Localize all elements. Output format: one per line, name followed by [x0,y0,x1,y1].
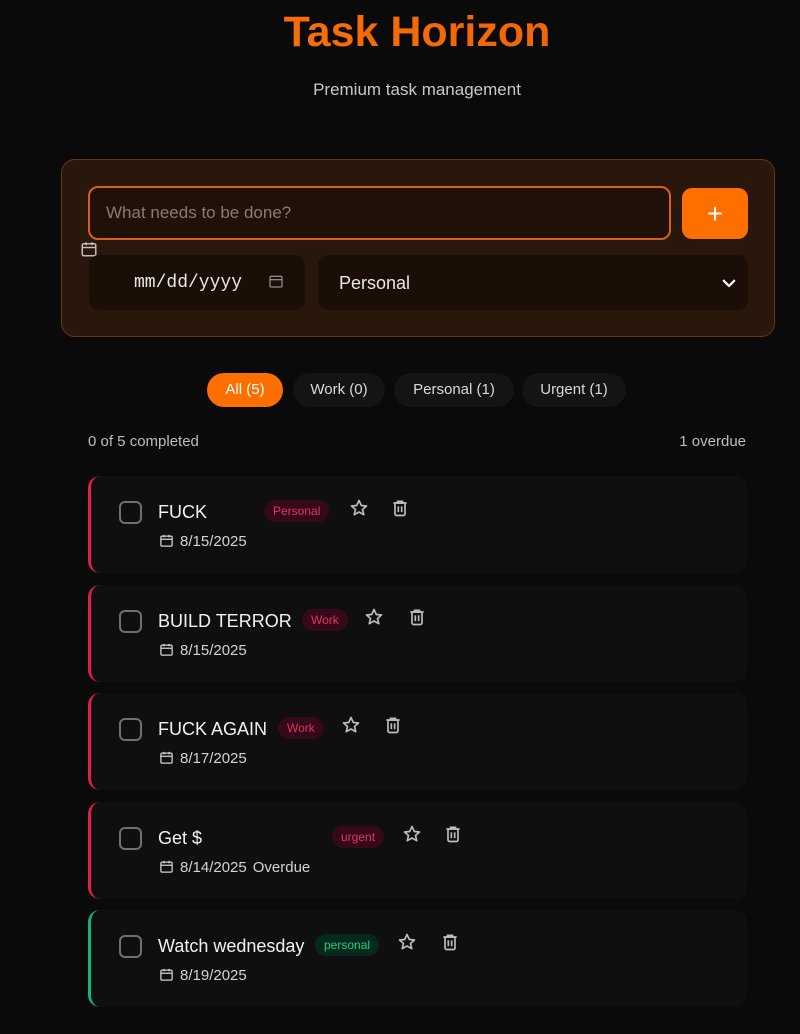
add-task-button[interactable]: + [682,188,748,239]
trash-icon[interactable] [390,498,410,518]
task-card: Get $ urgent 8/14/2025 Overdue [88,802,747,899]
task-date-text: 8/19/2025 [180,967,247,984]
filter-personal[interactable]: Personal (1) [394,373,514,407]
task-card: BUILD TERROR Work 8/15/2025 [88,585,747,682]
task-checkbox[interactable] [119,827,142,850]
task-due-date: 8/19/2025 [159,967,247,985]
task-due-date: 8/15/2025 [159,642,247,660]
task-date-text: 8/15/2025 [180,533,247,550]
trash-icon[interactable] [407,607,427,627]
star-icon[interactable] [402,824,422,844]
task-title: Get $ [158,828,203,848]
date-placeholder: mm/dd/yyyy [134,273,243,293]
overdue-count: 1 overdue [679,433,746,450]
task-card: FUCK Personal 8/15/2025 [88,476,747,573]
task-title: FUCK AGAIN [158,719,268,739]
add-task-card: + mm/dd/yyyy Personal [61,159,775,337]
filter-work[interactable]: Work (0) [293,373,385,407]
app-root: Task Horizon Premium task management + m… [0,0,800,1034]
task-date-text: 8/14/2025 [180,859,247,876]
task-input[interactable] [88,186,671,240]
chevron-down-icon [722,279,736,288]
task-checkbox[interactable] [119,718,142,741]
task-due-date: 8/15/2025 [159,533,247,551]
task-date-text: 8/17/2025 [180,750,247,767]
trash-icon[interactable] [383,715,403,735]
calendar-icon [160,534,173,547]
completed-count: 0 of 5 completed [88,433,199,450]
date-picker-icon[interactable] [268,273,284,289]
calendar-icon [160,860,173,873]
task-title: Watch wednesday [158,936,305,956]
task-checkbox[interactable] [119,501,142,524]
star-icon[interactable] [341,715,361,735]
task-checkbox[interactable] [119,935,142,958]
overdue-label: Overdue [252,859,311,876]
task-tag: Work [302,609,348,631]
trash-icon[interactable] [440,932,460,952]
trash-icon[interactable] [443,824,463,844]
page-title: Task Horizon [0,8,800,57]
filter-all[interactable]: All (5) [207,373,283,407]
star-icon[interactable] [349,498,369,518]
task-tag: Work [278,717,324,739]
calendar-icon [160,643,173,656]
task-tag: personal [315,934,380,956]
calendar-icon [160,751,173,764]
task-title: FUCK [158,502,207,522]
page-subtitle: Premium task management [313,80,521,99]
task-tag: Personal [264,500,330,522]
task-due-date: 8/17/2025 [159,750,247,768]
task-tag: urgent [332,826,385,848]
star-icon[interactable] [397,932,417,952]
category-select[interactable]: Personal [318,255,748,310]
filter-urgent[interactable]: Urgent (1) [522,373,626,407]
task-title: BUILD TERROR [158,611,292,631]
due-date-input[interactable]: mm/dd/yyyy [89,255,305,310]
task-card: Watch wednesday personal 8/19/2025 [88,910,747,1007]
task-checkbox[interactable] [119,610,142,633]
category-selected-value: Personal [339,273,411,293]
task-due-date: 8/14/2025 Overdue [159,859,310,877]
task-card: FUCK AGAIN Work 8/17/2025 [88,693,747,790]
star-icon[interactable] [364,607,384,627]
calendar-icon [160,968,173,981]
task-date-text: 8/15/2025 [180,642,247,659]
